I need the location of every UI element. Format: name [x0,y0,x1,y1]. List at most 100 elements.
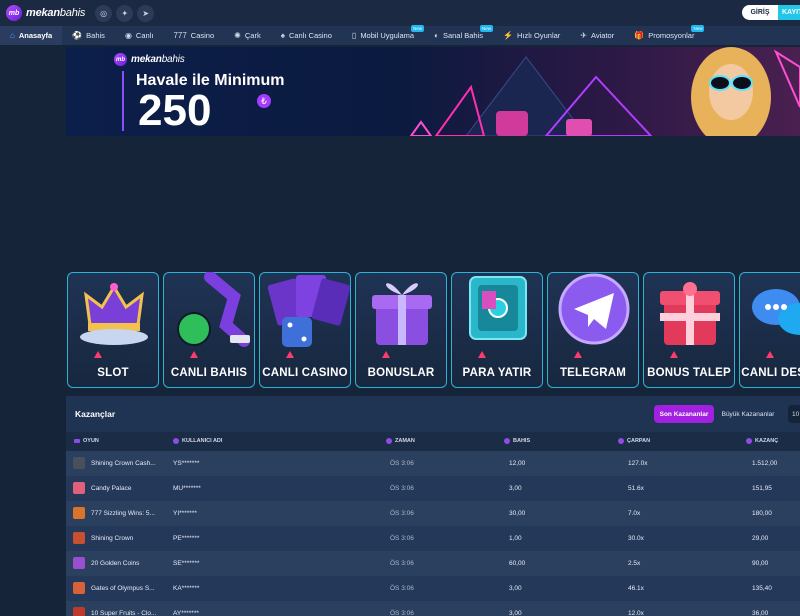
category-card-safe[interactable]: PARA YATIR [451,272,543,388]
table-row[interactable]: Gates of Olympus S... KA******* ÖS 3:06 3,0… [66,576,800,601]
chat-icon [752,289,800,335]
cell-multiplier: 30.0x [628,535,644,542]
category-card-football[interactable]: CANLI BAHIS [163,272,255,388]
cell-user: KA******* [173,585,200,592]
nav-item-3[interactable]: 777 Casino [163,26,224,45]
cell-bet: 3,00 [509,585,522,592]
cell-game[interactable]: 20 Golden Coins [91,560,139,567]
game-thumbnail[interactable] [73,607,85,616]
cell-bet: 3,00 [509,485,522,492]
nav-item-icon: 🎁 [634,31,645,40]
table-row[interactable]: 20 Golden Coins SE******* ÖS 3:06 60,00 2.5x… [66,551,800,576]
promo-banner[interactable]: mb mekanbahis Havale ile Minimum 250 ₺ [66,47,800,136]
nav-item-5[interactable]: ♠ Canlı Casino [271,26,342,45]
cell-game[interactable]: Candy Palace [91,485,131,492]
table-row[interactable]: 777 Sizzling Wins: 5... YI******* ÖS 3:06 3… [66,501,800,526]
cell-game[interactable]: Shining Crown [91,535,133,542]
user-icon [173,438,179,444]
nav-item-icon: ✈ [580,31,587,40]
game-thumbnail[interactable] [73,532,85,544]
nav-item-icon: ◉ [124,31,132,40]
crown-icon [80,283,148,345]
site-logo[interactable]: mb mekanbahis [6,5,85,21]
cell-win: 1.512,00 [752,460,778,467]
game-thumbnail[interactable] [73,582,85,594]
table-row[interactable]: Shining Crown PE******* ÖS 3:06 1,00 30.0x 29… [66,526,800,551]
instagram-icon[interactable]: ◎ [95,4,113,22]
game-thumbnail[interactable] [73,507,85,519]
cell-time: ÖS 3:06 [390,585,414,592]
register-button[interactable]: KAYIT [778,5,800,20]
cell-win: 36,00 [752,610,769,616]
cell-bet: 60,00 [509,560,526,567]
category-card-giftbox[interactable]: BONUS TALEP [643,272,735,388]
banner-logo: mb mekanbahis [114,53,185,66]
cell-user: AY******* [173,610,199,616]
nav-item-0[interactable]: ⌂ Anasayfa [0,26,63,45]
table-row[interactable]: Shining Crown Cash... YS******* ÖS 3:06 12,… [66,451,800,476]
cell-game[interactable]: Gates of Olympus S... [91,585,155,592]
cell-user: YI******* [173,510,197,517]
cell-win: 180,00 [752,510,772,517]
nav-item-7[interactable]: ◐ Sanal Bahis New [424,25,493,45]
nav-item-label: Aviator [591,31,615,40]
category-card-cards[interactable]: CANLI CASINO [259,272,351,388]
table-row[interactable]: Candy Palace MU******* ÖS 3:06 3,00 51.6x 151… [66,476,800,501]
cards-icon [267,275,351,347]
cell-multiplier: 127.0x [628,460,648,467]
row-count-select[interactable]: 10 [788,405,800,423]
nav-item-label: Bahis [86,31,105,40]
nav-item-label: Çark [244,31,261,40]
category-card-telegram[interactable]: TELEGRAM [547,272,639,388]
clock-icon [386,438,392,444]
twitter-icon[interactable]: ✦ [116,4,134,22]
category-card-crown[interactable]: SLOT [67,272,159,388]
cell-bet: 12,00 [509,460,526,467]
cell-game[interactable]: 10 Super Fruits - Clo... [91,610,156,616]
cell-game[interactable]: Shining Crown Cash... [91,460,156,467]
category-card-chat[interactable]: CANLI DESTEK [739,272,800,388]
cell-time: ÖS 3:06 [390,510,414,517]
top-bar: mb mekanbahis ◎ ✦ ➤ GİRİŞ KAYIT [0,0,800,26]
triangle-decor-icon [286,351,294,358]
banner-artwork [396,47,800,136]
game-thumbnail[interactable] [73,557,85,569]
table-row[interactable]: 10 Super Fruits - Clo... AY******* ÖS 3:06… [66,601,800,616]
cell-user: PE******* [173,535,200,542]
auth-buttons: GİRİŞ KAYIT [742,5,800,20]
nav-item-2[interactable]: ◉ Canlı [115,26,164,45]
win-icon [746,438,752,444]
telegram-icon [558,273,630,345]
nav-item-icon: ⌂ [10,31,15,40]
category-card-label: SLOT [97,367,129,379]
triangle-decor-icon [670,351,678,358]
category-card-label: CANLI DESTEK [741,367,800,379]
nav-item-4[interactable]: ✺ Çark [224,26,271,45]
cell-game[interactable]: 777 Sizzling Wins: 5... [91,510,155,517]
cell-multiplier: 12.0x [628,610,644,616]
category-card-gift[interactable]: BONUSLAR [355,272,447,388]
login-button[interactable]: GİRİŞ [742,5,778,20]
new-badge: New [691,25,705,32]
winners-panel: Kazançlar Son Kazananlar Büyük Kazananla… [66,396,800,616]
nav-item-icon: ◐ [434,31,439,40]
nav-item-label: Mobil Uygulama [360,31,415,40]
game-thumbnail[interactable] [73,457,85,469]
tab-big-winners[interactable]: Büyük Kazananlar [716,405,780,423]
nav-item-1[interactable]: ⚽ Bahis [62,26,115,45]
nav-item-9[interactable]: ✈ Aviator [570,26,624,45]
multiplier-icon [618,438,624,444]
cell-user: YS******* [173,460,200,467]
tab-recent-winners[interactable]: Son Kazananlar [654,405,714,423]
nav-item-label: Sanal Bahis [442,31,483,40]
game-thumbnail[interactable] [73,482,85,494]
nav-item-6[interactable]: ▯ Mobil Uygulama New [342,25,425,45]
nav-item-icon: ✺ [234,31,241,40]
nav-item-icon: ⚡ [502,31,513,40]
triangle-decor-icon [574,351,582,358]
category-card-label: BONUSLAR [367,367,435,379]
nav-item-8[interactable]: ⚡ Hızlı Oyunlar [493,26,570,45]
nav-item-10[interactable]: 🎁 Promosyonlar New [624,25,705,45]
cell-bet: 30,00 [509,510,526,517]
telegram-icon[interactable]: ➤ [137,4,155,22]
